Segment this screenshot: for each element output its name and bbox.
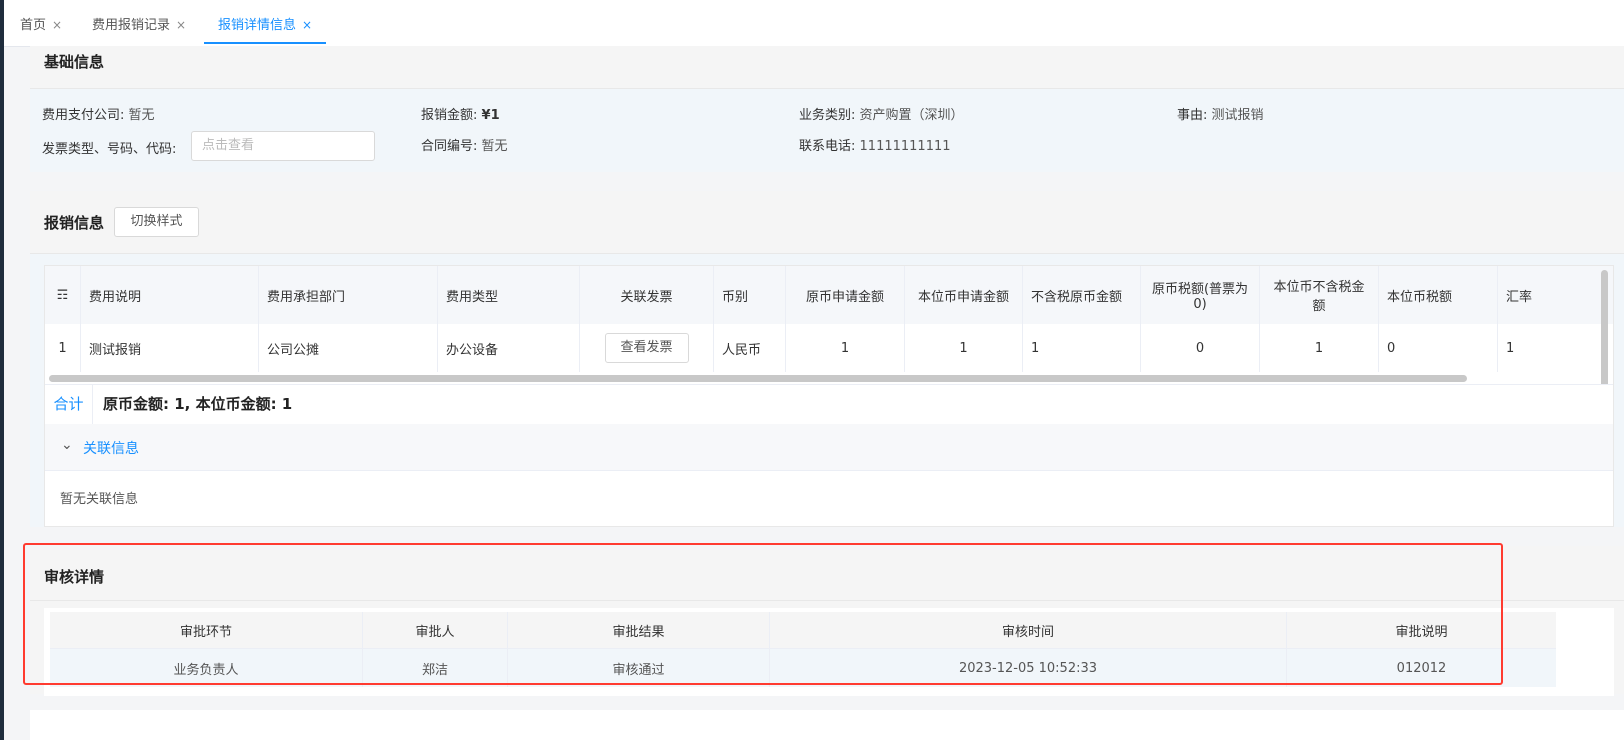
tab-home[interactable]: 首页 ×: [6, 6, 76, 44]
field-value: 测试报销: [1211, 108, 1264, 123]
main-content: 基础信息 费用支付公司: 暂无 报销金额: ¥1 业务类别: 资产购置（深圳） …: [30, 46, 1624, 740]
table-row: 1 测试报销 公司公摊 办公设备 查看发票 人民币 1 1 1 0 1 0 1: [45, 324, 1613, 372]
col-header: 审批结果: [508, 612, 770, 648]
related-info-header[interactable]: ⌄ 关联信息: [45, 424, 1613, 471]
row-index: 1: [45, 324, 81, 372]
divider: [30, 600, 1624, 601]
basic-info-title: 基础信息: [44, 53, 105, 71]
table-header: ☶ 费用说明 费用承担部门 费用类型 关联发票 币别 原币申请金额 本位币申请金…: [45, 266, 1613, 325]
field-value: 暂无: [481, 139, 508, 154]
audit-remark: 012012: [1396, 660, 1447, 676]
col-header: 本位币不含税金额: [1260, 266, 1379, 324]
col-header: 关联发票: [580, 266, 714, 324]
field-value: 11111111111: [859, 139, 951, 154]
col-header: 审批环节: [50, 612, 363, 648]
row-dept: 公司公摊: [259, 324, 438, 372]
field-label: 费用支付公司:: [42, 108, 125, 123]
row-base-excl-tax: 1: [1260, 324, 1379, 372]
tab-bar: 首页 × 费用报销记录 × 报销详情信息 ×: [4, 0, 1624, 47]
chevron-down-icon[interactable]: ⌄: [61, 437, 73, 453]
col-header: 币别: [714, 266, 786, 324]
related-info-title: 关联信息: [83, 441, 139, 457]
col-header: 本位币申请金额: [905, 266, 1023, 324]
app-sidebar-edge: [0, 0, 4, 740]
summary-row: 合计 原币金额: 1, 本位币金额: 1: [45, 384, 1613, 426]
field-phone: 联系电话: 11111111111: [799, 135, 951, 154]
close-icon[interactable]: ×: [176, 18, 186, 32]
row-orig-excl-tax: 1: [1023, 324, 1141, 372]
column-settings-icon[interactable]: ☶: [45, 266, 81, 324]
audit-panel: 审核详情 审批环节 审批人 审批结果 审核时间 审批说明 业务负责人 郑洁 审核…: [30, 546, 1624, 696]
tab-label: 首页: [20, 18, 47, 33]
tab-label: 费用报销记录: [92, 18, 171, 33]
sum-label: 合计: [45, 385, 93, 424]
close-icon[interactable]: ×: [52, 18, 62, 32]
basic-info-header: 基础信息: [30, 46, 1624, 89]
row-invoice-cell: 查看发票: [580, 324, 714, 372]
field-invoice: 发票类型、号码、代码:: [42, 138, 176, 157]
field-label: 业务类别:: [799, 108, 856, 123]
reimburse-table: ☶ 费用说明 费用承担部门 费用类型 关联发票 币别 原币申请金额 本位币申请金…: [44, 265, 1614, 527]
tab-expense-records[interactable]: 费用报销记录 ×: [78, 6, 200, 44]
sum-text: 原币金额: 1, 本位币金额: 1: [103, 395, 293, 413]
field-amount: 报销金额: ¥1: [421, 104, 500, 123]
field-value: 资产购置（深圳）: [859, 108, 964, 123]
field-label: 报销金额:: [421, 108, 478, 123]
audit-table: 审批环节 审批人 审批结果 审核时间 审批说明 业务负责人 郑洁 审核通过 20…: [44, 608, 1614, 696]
col-header: 原币申请金额: [786, 266, 905, 324]
tab-label: 报销详情信息: [218, 18, 297, 33]
invoice-input[interactable]: 点击查看: [191, 131, 375, 161]
col-header: 费用说明: [81, 266, 259, 324]
audit-title: 审核详情: [44, 568, 105, 586]
horizontal-scrollbar[interactable]: [49, 375, 1467, 382]
audit-result: 审核通过: [508, 649, 770, 687]
field-value: 暂无: [128, 108, 155, 123]
field-label: 事由:: [1177, 108, 1208, 123]
switch-style-button[interactable]: 切换样式: [114, 207, 199, 237]
col-header: 费用类型: [438, 266, 580, 324]
col-header: 费用承担部门: [259, 266, 438, 324]
col-header: 审核时间: [770, 612, 1287, 648]
audit-step: 业务负责人: [50, 649, 363, 687]
row-desc: 测试报销: [81, 324, 259, 372]
col-header: 审批说明: [1395, 624, 1448, 640]
field-label: 发票类型、号码、代码:: [42, 142, 177, 157]
row-type: 办公设备: [438, 324, 580, 372]
field-label: 联系电话:: [799, 139, 856, 154]
col-header: 不含税原币金额: [1023, 266, 1141, 324]
field-pay-company: 费用支付公司: 暂无: [42, 104, 155, 123]
row-base-tax: 0: [1379, 324, 1498, 372]
col-header: 审批人: [363, 612, 508, 648]
col-header: 汇率: [1506, 289, 1533, 305]
audit-approver: 郑洁: [363, 649, 508, 687]
audit-time: 2023-12-05 10:52:33: [770, 649, 1287, 687]
row-orig-tax: 0: [1141, 324, 1260, 372]
col-header: 本位币税额: [1379, 266, 1498, 324]
field-contract: 合同编号: 暂无: [421, 135, 508, 154]
col-header: 原币税额(普票为0): [1141, 266, 1260, 324]
audit-table-header: 审批环节 审批人 审批结果 审核时间 审批说明: [50, 612, 1556, 649]
tab-reimburse-detail[interactable]: 报销详情信息 ×: [204, 6, 327, 44]
reimburse-panel: 报销信息 切换样式 ☶ 费用说明 费用承担部门 费用类型 关联发票 币别 原币申…: [30, 191, 1624, 527]
related-info-empty: 暂无关联信息: [60, 492, 139, 507]
field-label: 合同编号:: [421, 139, 478, 154]
reimburse-header: 报销信息 切换样式: [30, 191, 1624, 254]
row-rate: 1: [1506, 340, 1515, 356]
field-business-type: 业务类别: 资产购置（深圳）: [799, 104, 964, 123]
bottom-panel-edge: [30, 710, 1624, 740]
view-invoice-button[interactable]: 查看发票: [604, 333, 689, 363]
row-base-apply: 1: [905, 324, 1023, 372]
field-reason: 事由: 测试报销: [1177, 104, 1264, 123]
close-icon[interactable]: ×: [302, 18, 312, 32]
basic-info-panel: 基础信息 费用支付公司: 暂无 报销金额: ¥1 业务类别: 资产购置（深圳） …: [30, 46, 1624, 172]
row-currency: 人民币: [714, 324, 786, 372]
reimburse-title: 报销信息: [44, 214, 105, 232]
field-value: ¥1: [481, 108, 500, 123]
table-row: 业务负责人 郑洁 审核通过 2023-12-05 10:52:33 012012: [50, 649, 1556, 687]
row-orig-apply: 1: [786, 324, 905, 372]
